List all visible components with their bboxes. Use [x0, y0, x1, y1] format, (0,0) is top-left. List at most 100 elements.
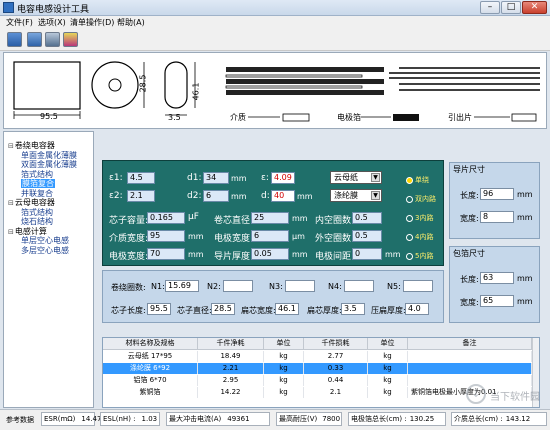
- table-cell[interactable]: 2.77: [304, 351, 368, 362]
- flat-width-label: 扁芯宽度:: [241, 306, 276, 315]
- medium-length-field: 介质总长(cm) :143.12: [451, 412, 547, 426]
- save-icon[interactable]: [27, 32, 42, 47]
- medium-width-unit: mm: [188, 232, 204, 241]
- core-diameter-input[interactable]: 28.5: [211, 303, 235, 315]
- wind-mode-radio[interactable]: 5内路: [406, 251, 433, 262]
- eps1-input[interactable]: 4.5: [127, 172, 155, 184]
- tree-item[interactable]: 多层空心电感: [21, 245, 69, 256]
- menu-help[interactable]: 帮助(A): [117, 17, 145, 28]
- table-cell[interactable]: kg: [368, 363, 408, 374]
- table-cell[interactable]: 云母纸 17*95: [103, 351, 198, 362]
- lead-thickness-unit: mm: [292, 250, 308, 259]
- foil-length-label: 电极箔总长(cm) :: [351, 415, 407, 423]
- close-button[interactable]: ✕: [522, 1, 547, 14]
- outer-gap-label: 外空圈数:: [315, 234, 355, 244]
- press-thickness-input[interactable]: 4.0: [405, 303, 429, 315]
- lead-piece-size-group: 导片尺寸 长度: 96 mm 宽度: 8 mm: [449, 162, 540, 239]
- d2-label: d2:: [187, 191, 202, 201]
- lead-thickness-label: 导片厚度:: [214, 252, 254, 262]
- eps2-input[interactable]: 2.1: [127, 190, 155, 202]
- n4-input[interactable]: [344, 280, 374, 292]
- electrode-distance-unit: mm: [385, 250, 401, 259]
- n5-label: N5:: [387, 282, 401, 291]
- lead-piece-size-title: 导片尺寸: [453, 165, 485, 174]
- d1-input[interactable]: 34: [203, 172, 229, 184]
- table-header[interactable]: 千件净耗: [198, 338, 264, 350]
- pack-width-label: 宽度:: [460, 298, 479, 307]
- pack-length-input[interactable]: 63: [480, 272, 514, 284]
- table-cell[interactable]: [408, 363, 532, 374]
- calculate-icon[interactable]: [7, 32, 22, 47]
- expand-collapse-icon[interactable]: ⊟: [8, 199, 14, 207]
- expand-collapse-icon[interactable]: ⊟: [8, 142, 14, 150]
- electrode-width-input[interactable]: 6: [251, 230, 289, 242]
- menu-options[interactable]: 选项(X): [38, 17, 66, 28]
- n2-input[interactable]: [223, 280, 253, 292]
- wind-diameter-input[interactable]: 25: [251, 212, 289, 224]
- pack-width-input[interactable]: 65: [480, 295, 514, 307]
- table-cell[interactable]: 2.21: [198, 363, 264, 374]
- core-length-label: 芯子长度:: [111, 306, 146, 315]
- table-cell[interactable]: 0.33: [304, 363, 368, 374]
- table-cell[interactable]: 0.44: [304, 375, 368, 386]
- table-cell[interactable]: 铝箔 6*70: [103, 375, 198, 386]
- n3-label: N3:: [269, 282, 283, 291]
- table-cell[interactable]: kg: [264, 351, 304, 362]
- print-icon[interactable]: [45, 32, 60, 47]
- table-header[interactable]: 千件损耗: [304, 338, 368, 350]
- max-current-field: 最大冲击电流(A) 49361: [166, 412, 270, 426]
- table-cell[interactable]: 紫铜箔: [103, 387, 198, 398]
- menu-list-operations[interactable]: 清单操作(D): [70, 17, 114, 28]
- piece-width-input[interactable]: 8: [480, 211, 514, 223]
- table-cell[interactable]: 涤纶膜 6*92: [103, 363, 198, 374]
- table-header[interactable]: 材料名称及规格: [103, 338, 198, 350]
- max-voltage-field: 最高耐压(V) 7800: [276, 412, 342, 426]
- flat-width-input[interactable]: 46.1: [275, 303, 299, 315]
- table-cell[interactable]: kg: [264, 387, 304, 398]
- wind-mode-radio[interactable]: 3内路: [406, 213, 433, 224]
- material1-select[interactable]: 云母纸 ▼: [330, 171, 382, 184]
- wind-mode-radio-label: 4内路: [415, 233, 434, 241]
- maximize-button[interactable]: □: [501, 1, 521, 14]
- table-row[interactable]: 云母纸 17*95 18.49 kg 2.77 kg: [103, 351, 532, 362]
- medium-width-input[interactable]: 95: [147, 230, 185, 242]
- electrode-distance-input[interactable]: 0: [352, 248, 382, 260]
- n1-input[interactable]: 15.69: [165, 280, 199, 292]
- n3-input[interactable]: [285, 280, 315, 292]
- n5-input[interactable]: [403, 280, 433, 292]
- wind-mode-radio[interactable]: 4内路: [406, 232, 433, 243]
- table-cell[interactable]: kg: [264, 363, 304, 374]
- expand-collapse-icon[interactable]: ⊟: [8, 228, 14, 236]
- cap-input[interactable]: 0.165: [147, 212, 185, 224]
- table-cell[interactable]: 18.49: [198, 351, 264, 362]
- piece-length-input[interactable]: 96: [480, 188, 514, 200]
- inner-gap-label: 内空圈数:: [315, 216, 355, 226]
- table-header[interactable]: 备注: [408, 338, 532, 350]
- d2-input[interactable]: 6: [203, 190, 229, 202]
- menu-file[interactable]: 文件(F): [6, 17, 33, 28]
- table-cell[interactable]: 14.22: [198, 387, 264, 398]
- table-cell[interactable]: 2.1: [304, 387, 368, 398]
- electrode-width2-input[interactable]: 70: [147, 248, 185, 260]
- wind-mode-radio[interactable]: 双内路: [406, 194, 436, 205]
- table-cell[interactable]: kg: [368, 351, 408, 362]
- wind-mode-radio[interactable]: 单绕: [406, 175, 429, 186]
- table-header[interactable]: 单位: [264, 338, 304, 350]
- table-cell[interactable]: [408, 351, 532, 362]
- lead-thickness-input[interactable]: 0.05: [251, 248, 289, 260]
- table-cell[interactable]: kg: [264, 375, 304, 386]
- table-row[interactable]: 涤纶膜 6*92 2.21 kg 0.33 kg: [103, 363, 532, 374]
- flat-thickness-input[interactable]: 3.5: [341, 303, 365, 315]
- esr-value: 14.47: [81, 415, 102, 423]
- table-header[interactable]: 单位: [368, 338, 408, 350]
- inner-gap-input[interactable]: 0.5: [352, 212, 382, 224]
- core-length-input[interactable]: 95.5: [147, 303, 171, 315]
- table-cell[interactable]: kg: [368, 387, 408, 398]
- radio-circle-icon: [406, 233, 413, 241]
- table-cell[interactable]: 2.95: [198, 375, 264, 386]
- material2-select[interactable]: 涤纶膜 ▼: [330, 189, 382, 202]
- minimize-button[interactable]: –: [480, 1, 500, 14]
- tools-icon[interactable]: [63, 32, 78, 47]
- table-cell[interactable]: kg: [368, 375, 408, 386]
- outer-gap-input[interactable]: 0.5: [352, 230, 382, 242]
